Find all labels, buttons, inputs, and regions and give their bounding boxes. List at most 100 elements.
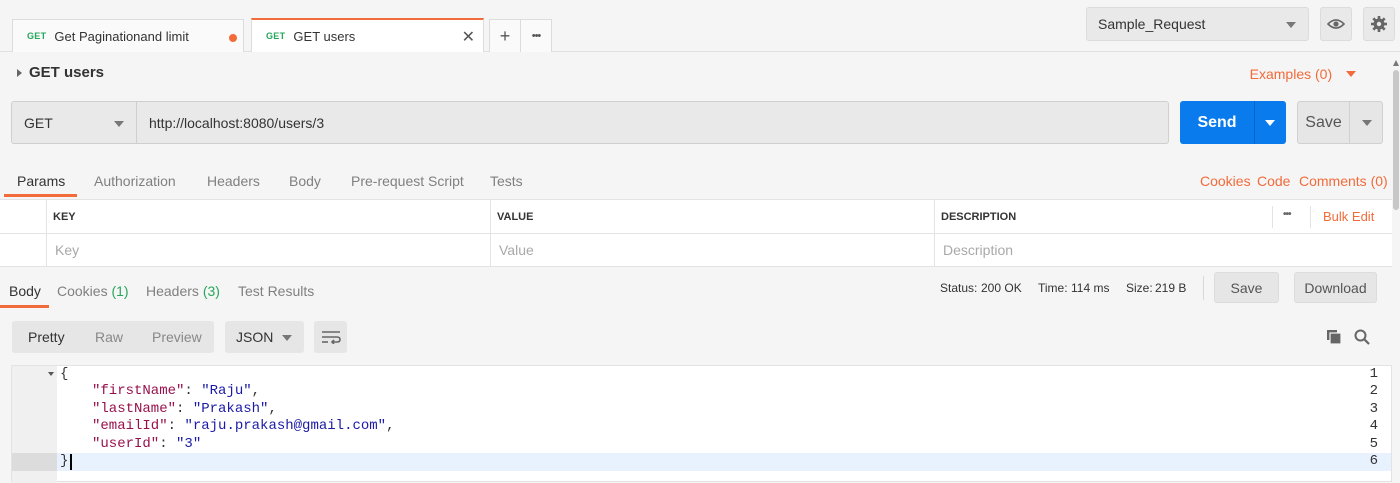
send-button[interactable]: Send [1180,101,1286,144]
copy-icon[interactable] [1326,329,1342,345]
send-options-dropdown[interactable] [1255,101,1286,144]
json-comma: , [268,401,277,417]
tab-get-pagination[interactable]: GET Get Paginationand limit [12,19,244,52]
unsaved-dot-icon [229,34,237,42]
status-value: 200 OK [981,281,1022,295]
view-mode-pretty[interactable]: Pretty [28,329,65,345]
column-header-description: DESCRIPTION [941,211,1017,223]
tab-params[interactable]: Params [17,173,65,189]
examples-label: Examples (0) [1249,66,1333,82]
response-tab-test-results[interactable]: Test Results [238,283,314,299]
settings-button[interactable] [1363,7,1395,41]
view-mode-preview[interactable]: Preview [152,329,202,345]
param-key-input[interactable]: Key [55,242,79,258]
tab-title: Get Paginationand limit [54,28,189,44]
chevron-down-icon [114,121,124,127]
download-button[interactable]: Download [1294,272,1377,303]
request-tab-bar: GET Get Paginationand limit GET GET user… [0,0,1400,52]
active-line-highlight [57,453,1391,471]
close-tab-icon[interactable]: ✕ [462,27,475,47]
scrollbar[interactable] [1392,56,1400,226]
request-name-toggle[interactable]: GET users [17,64,104,81]
json-value: "raju.prakash@gmail.com" [184,418,387,434]
code-close-brace: } [60,453,69,469]
tab-tests[interactable]: Tests [490,173,523,189]
cookies-link[interactable]: Cookies [1200,173,1251,189]
environment-quick-look-button[interactable] [1320,7,1352,41]
code-line: "userId": "3" [92,436,202,452]
fold-caret-icon[interactable] [48,372,54,376]
response-body-editor[interactable]: 1 2 3 4 5 6 { "firstName": "Raju", "last… [11,365,1392,483]
code-line: "emailId": "raju.prakash@gmail.com", [92,418,395,434]
examples-dropdown[interactable]: Examples (0) [1250,66,1356,82]
tab-headers[interactable]: Headers [207,173,260,189]
column-header-value: VALUE [497,211,534,223]
environment-select[interactable]: Sample_Request [1086,7,1309,41]
time-label: Time: [1038,281,1068,295]
save-options-dropdown[interactable] [1350,102,1382,143]
ellipsis-icon: ••• [531,30,542,42]
tab-title: GET users [293,28,356,44]
code-open-brace: { [60,366,69,382]
environment-selected: Sample_Request [1098,16,1206,32]
line-number: 5 [1369,436,1378,452]
active-tab-indicator [0,305,49,308]
tab-get-users[interactable]: GET GET users ✕ [251,18,484,52]
response-tab-headers[interactable]: Headers (3) [146,283,220,299]
line-number: 6 [1369,453,1378,469]
tab-authorization[interactable]: Authorization [94,173,176,189]
json-key: "emailId" [92,418,168,434]
chevron-down-icon [1362,120,1372,126]
response-tab-cookies[interactable]: Cookies (1) [57,283,129,299]
wrap-lines-button[interactable] [314,321,347,353]
response-tab-body[interactable]: Body [9,283,41,299]
column-divider [1272,206,1273,228]
status-label: Status: [940,281,978,295]
tab-label: Cookies [57,283,108,299]
column-divider [934,200,935,267]
chevron-down-icon [1286,22,1296,28]
param-value-input[interactable]: Value [499,242,534,258]
method-selected: GET [24,114,53,131]
chevron-down-icon [1346,71,1356,77]
param-description-input[interactable]: Description [943,242,1013,258]
json-value: "Prakash" [192,401,269,417]
tab-method-tag: GET [266,31,286,41]
url-input[interactable] [136,101,1169,144]
wrap-lines-icon [321,331,341,344]
plus-icon: + [499,25,511,46]
tab-label: Headers [146,283,199,299]
column-header-key: KEY [53,211,76,223]
count-badge: (3) [202,283,220,299]
code-link[interactable]: Code [1257,173,1290,189]
line-number: 4 [1369,418,1378,434]
active-line-gutter [12,453,57,471]
row-divider [0,233,1392,234]
method-select[interactable]: GET [11,101,136,144]
format-select[interactable]: JSON [225,321,304,353]
save-label: Save [1305,113,1342,131]
more-tabs-button[interactable]: ••• [520,19,552,52]
column-divider [1310,206,1311,228]
send-label: Send [1197,113,1237,131]
tab-body[interactable]: Body [289,173,321,189]
bulk-edit-link[interactable]: Bulk Edit [1323,209,1374,224]
json-value: "3" [176,436,202,452]
code-line: "lastName": "Prakash", [92,401,277,417]
add-tab-button[interactable]: + [489,19,521,52]
active-tab-indicator [4,194,77,197]
view-mode-raw[interactable]: Raw [95,329,123,345]
tab-pre-request-script[interactable]: Pre-request Script [351,173,464,189]
request-name: GET users [29,64,105,81]
save-response-button[interactable]: Save [1214,272,1279,303]
json-key: "firstName" [92,383,185,399]
save-request-button[interactable]: Save [1297,101,1383,144]
divider [1203,276,1204,300]
line-number: 2 [1369,383,1378,399]
json-value: "Raju" [201,383,252,399]
comments-link[interactable]: Comments (0) [1299,173,1388,189]
tab-method-tag: GET [27,31,47,41]
table-options-icon[interactable]: ••• [1283,209,1291,220]
search-icon[interactable] [1354,329,1370,345]
json-key: "userId" [92,436,160,452]
